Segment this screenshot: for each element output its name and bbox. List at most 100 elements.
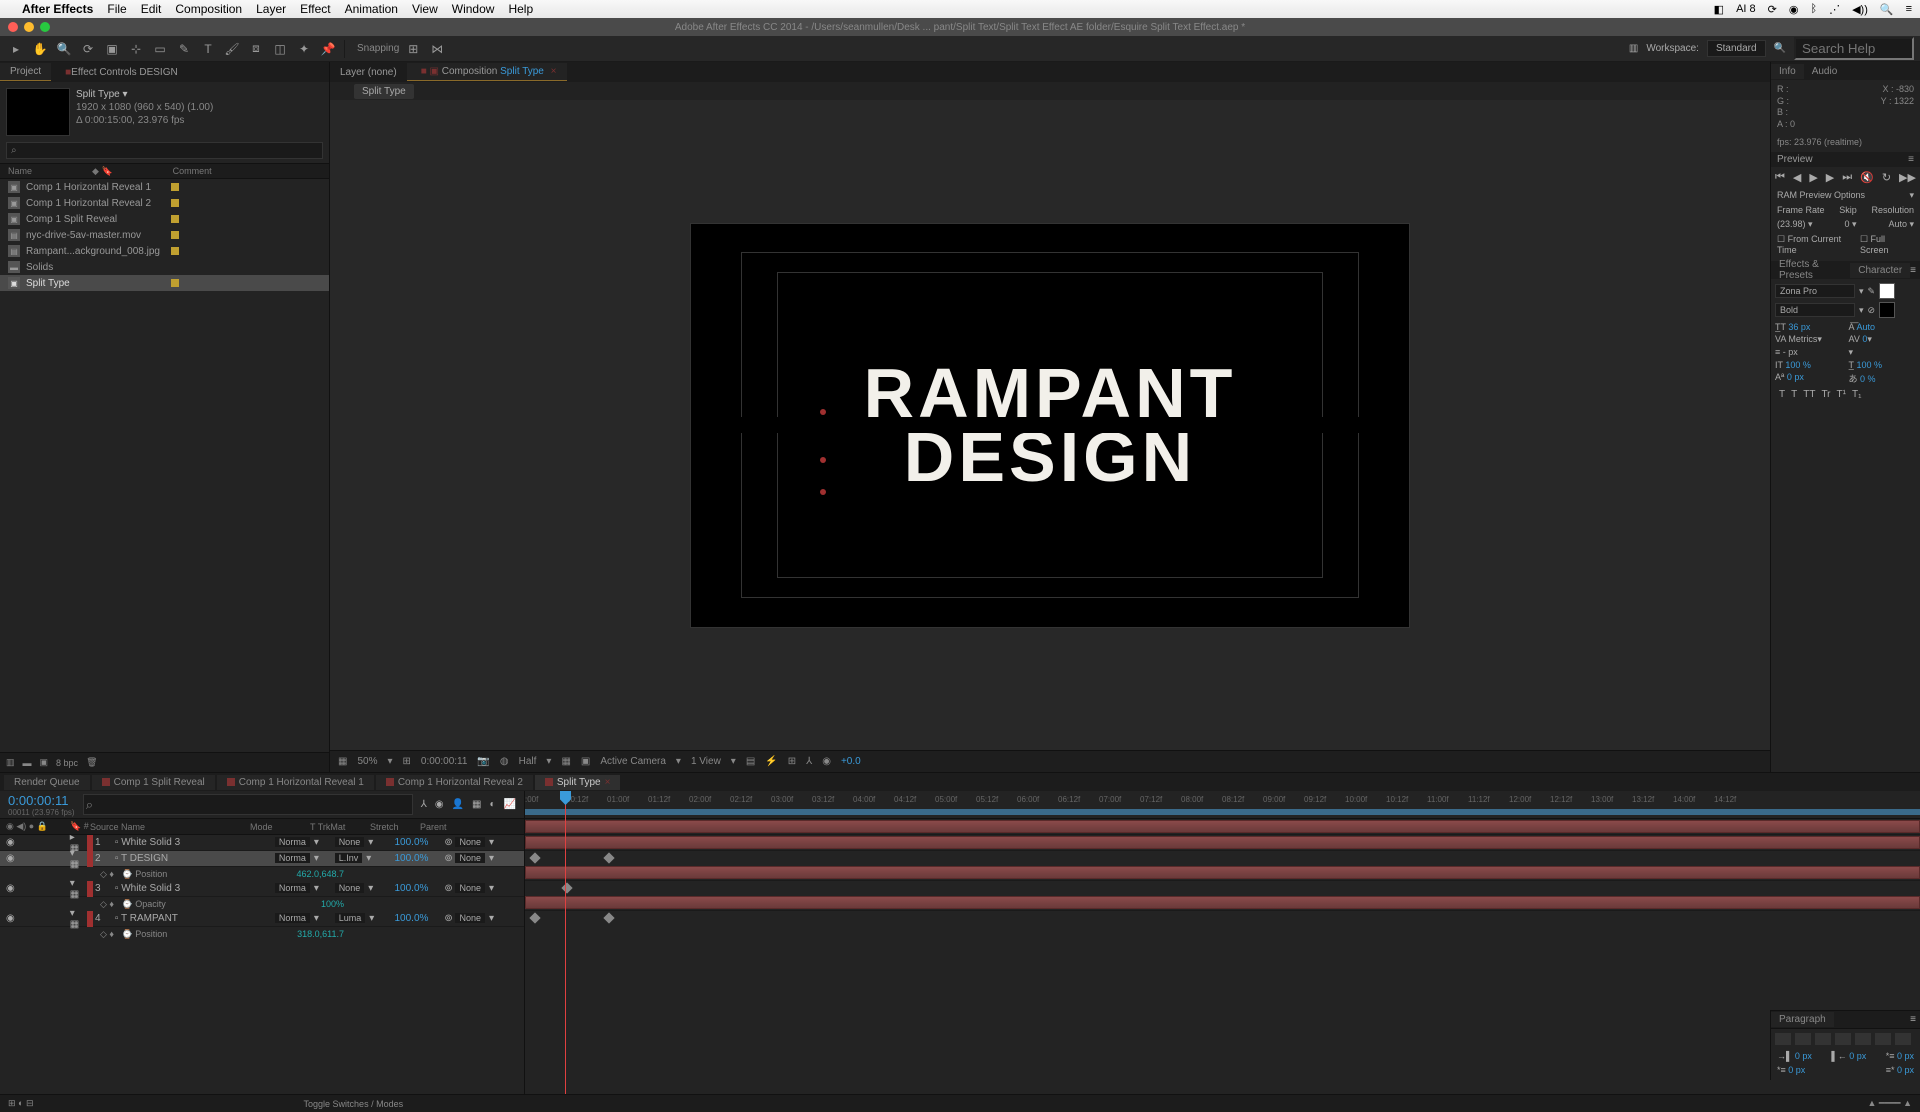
kerning[interactable]: Metrics (1788, 334, 1817, 344)
column-comment[interactable]: Comment (173, 166, 212, 176)
zoom-button[interactable] (40, 22, 50, 32)
workspace-switcher-icon[interactable]: ▥ (1629, 43, 1638, 54)
channel-icon[interactable]: ◍ (500, 756, 509, 767)
zoom-dropdown[interactable]: 50% (357, 756, 377, 767)
last-frame-button[interactable]: ⏭ (1842, 171, 1852, 184)
info-tab[interactable]: Info (1771, 64, 1804, 79)
align-right-icon[interactable] (1815, 1033, 1831, 1045)
no-stroke-icon[interactable]: ⊘ (1868, 305, 1876, 316)
pixel-aspect-icon[interactable]: ▤ (746, 756, 755, 767)
menu-window[interactable]: Window (452, 2, 495, 16)
menubar-notifications-icon[interactable]: ≡ (1906, 3, 1912, 16)
menubar-adobe-icon[interactable]: AI 8 (1736, 3, 1756, 16)
small-caps-button[interactable]: Tr (1821, 389, 1830, 400)
tsume[interactable]: 0 % (1860, 374, 1876, 384)
justify-last-right-icon[interactable] (1875, 1033, 1891, 1045)
motion-blur-icon[interactable]: ◐ (490, 799, 496, 810)
project-item[interactable]: ▣Split Type (0, 275, 329, 291)
fast-preview-icon[interactable]: ⚡ (765, 756, 777, 767)
frame-blend-icon[interactable]: ▦ (472, 799, 481, 810)
faux-italic-button[interactable]: T (1791, 389, 1797, 400)
camera-dropdown[interactable]: Active Camera (600, 756, 666, 767)
pan-behind-tool-icon[interactable]: ⊹ (126, 39, 146, 59)
menu-view[interactable]: View (412, 2, 438, 16)
preview-framerate[interactable]: (23.98) ▾ (1777, 219, 1813, 230)
resolution-icon[interactable]: ⊞ (403, 756, 411, 767)
menubar-volume-icon[interactable]: ◀)) (1852, 3, 1868, 16)
keyframe-icon[interactable] (603, 852, 614, 863)
bpc-toggle[interactable]: 8 bpc (56, 758, 78, 768)
next-frame-button[interactable]: ▶ (1826, 171, 1834, 184)
preview-panel-title[interactable]: Preview (1777, 154, 1813, 165)
all-caps-button[interactable]: TT (1803, 389, 1815, 400)
keyframe-icon[interactable] (529, 852, 540, 863)
mask-icon[interactable]: ▣ (581, 756, 590, 767)
composition-tab[interactable]: ■ ▣ Composition Split Type × (407, 63, 567, 81)
keyframe-icon[interactable] (529, 912, 540, 923)
layer-property-position[interactable]: ◇ ♦ ⌚ Position 318.0,611.7 (0, 927, 524, 941)
leading[interactable]: Auto (1857, 322, 1876, 332)
menubar-wifi-icon[interactable]: ⋰ (1829, 3, 1840, 16)
ram-options-label[interactable]: RAM Preview Options (1777, 190, 1865, 201)
subscript-button[interactable]: T₁ (1852, 389, 1861, 400)
keyframe-icon[interactable] (603, 912, 614, 923)
project-item[interactable]: ▣Comp 1 Horizontal Reveal 1 (0, 179, 329, 195)
fill-swatch[interactable] (1879, 283, 1895, 299)
pen-tool-icon[interactable]: ✎ (174, 39, 194, 59)
timeline-tab[interactable]: Comp 1 Horizontal Reveal 1 (217, 775, 374, 790)
time-ruler[interactable]: :00f00:12f01:00f01:12f02:00f02:12f03:00f… (525, 791, 1920, 819)
project-item[interactable]: ▤nyc-drive-5av-master.mov (0, 227, 329, 243)
menu-animation[interactable]: Animation (345, 2, 398, 16)
views-dropdown[interactable]: 1 View (691, 756, 721, 767)
align-left-icon[interactable] (1775, 1033, 1791, 1045)
stroke-swatch[interactable] (1879, 302, 1895, 318)
always-preview-icon[interactable]: ▦ (338, 756, 347, 767)
reset-exposure-icon[interactable]: ◉ (822, 756, 831, 767)
menu-file[interactable]: File (107, 2, 126, 16)
quality-dropdown[interactable]: Half (519, 756, 537, 767)
stroke-width[interactable]: - px (1783, 347, 1798, 357)
grid-icon[interactable]: ▦ (561, 756, 570, 767)
hide-shy-icon[interactable]: 👤 (452, 799, 464, 810)
project-item-name[interactable]: Split Type ▾ (76, 88, 213, 101)
camera-tool-icon[interactable]: ▣ (102, 39, 122, 59)
menu-edit[interactable]: Edit (141, 2, 162, 16)
new-comp-icon[interactable]: ▣ (40, 757, 49, 768)
graph-editor-icon[interactable]: 📈 (504, 799, 516, 810)
minimize-button[interactable] (24, 22, 34, 32)
shape-tool-icon[interactable]: ▭ (150, 39, 170, 59)
preview-skip[interactable]: 0 ▾ (1844, 219, 1856, 230)
flowchart-pill[interactable]: Split Type (354, 84, 414, 99)
layer-bar[interactable] (525, 896, 1920, 909)
workspace-dropdown[interactable]: Standard (1707, 40, 1766, 57)
delete-icon[interactable]: 🗑 (86, 757, 97, 768)
zoom-tool-icon[interactable]: 🔍 (54, 39, 74, 59)
column-name[interactable]: Name (8, 166, 32, 176)
snapshot-icon[interactable]: 📷 (477, 756, 489, 767)
menu-composition[interactable]: Composition (175, 2, 242, 16)
search-help-input[interactable] (1794, 37, 1914, 60)
menubar-bluetooth-icon[interactable]: ᛒ (1810, 3, 1817, 16)
font-family-dropdown[interactable]: Zona Pro (1775, 284, 1855, 298)
paragraph-tab[interactable]: Paragraph (1771, 1012, 1834, 1027)
mute-button[interactable]: 🔇 (1860, 171, 1874, 184)
timeline-tab-render-queue[interactable]: Render Queue (4, 775, 90, 790)
font-size[interactable]: 36 px (1788, 322, 1810, 332)
first-frame-button[interactable]: ⏮ (1775, 171, 1785, 184)
ram-preview-button[interactable]: ▶▶ (1899, 171, 1916, 184)
menu-effect[interactable]: Effect (300, 2, 330, 16)
roto-tool-icon[interactable]: ✦ (294, 39, 314, 59)
puppet-tool-icon[interactable]: 📌 (318, 39, 338, 59)
layer-tab[interactable]: Layer (none) (330, 64, 407, 81)
baseline-shift[interactable]: 0 px (1787, 372, 1804, 382)
align-center-icon[interactable] (1795, 1033, 1811, 1045)
project-item-list[interactable]: ▣Comp 1 Horizontal Reveal 1 ▣Comp 1 Hori… (0, 179, 329, 752)
timeline-expand-icon[interactable]: ⊞ ◐ ⊟ (8, 1098, 34, 1109)
menubar-user-icon[interactable]: ◉ (1789, 3, 1799, 16)
current-timecode[interactable]: 0:00:00:11 (8, 793, 75, 808)
project-item[interactable]: ▬Solids (0, 259, 329, 275)
type-tool-icon[interactable]: T (198, 39, 218, 59)
menu-help[interactable]: Help (508, 2, 533, 16)
eraser-tool-icon[interactable]: ◫ (270, 39, 290, 59)
snapping-label[interactable]: Snapping (357, 43, 399, 54)
